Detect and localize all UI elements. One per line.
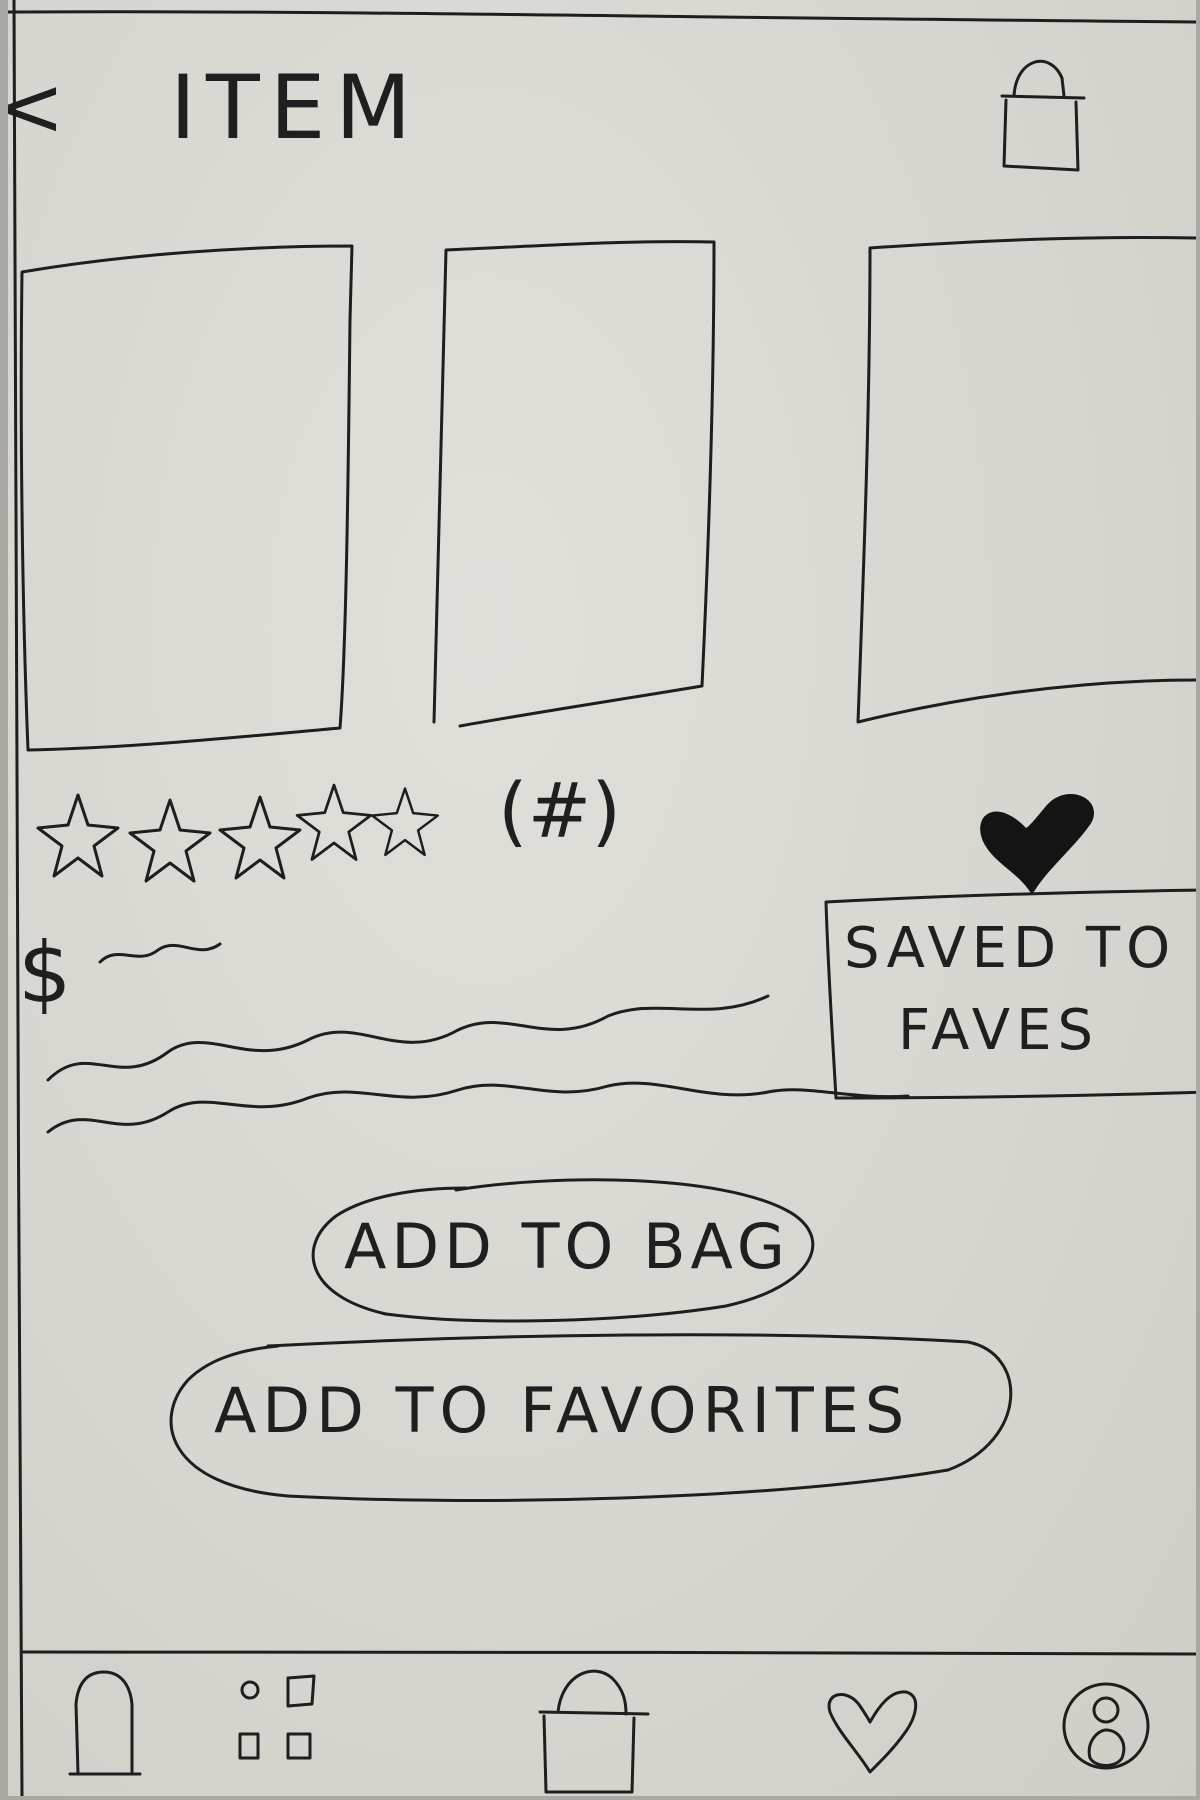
add-to-favorites-label: ADD TO FAVORITES [214, 1374, 911, 1447]
bottom-nav-bag[interactable] [8, 1658, 138, 1794]
star-icon [128, 798, 212, 883]
bottom-nav-divider [20, 1649, 1196, 1656]
bottom-nav-favorites[interactable] [818, 1672, 928, 1782]
saved-toast-line-2: FAVES [898, 998, 1100, 1063]
add-to-bag-label: ADD TO BAG [344, 1210, 790, 1283]
heart-icon [827, 1690, 918, 1774]
product-image-carousel[interactable] [8, 0, 1196, 780]
star-icon [36, 793, 120, 878]
bottom-nav-categories[interactable] [218, 1664, 328, 1784]
rating: (#) [28, 766, 648, 890]
product-image-1 [19, 244, 354, 752]
bottom-nav [8, 1658, 1196, 1796]
saved-to-faves-toast: SAVED TO FAVES [818, 888, 1196, 1108]
bottom-nav-bag[interactable] [528, 1658, 658, 1794]
grid-icon [238, 1674, 316, 1760]
add-to-favorites-button[interactable]: ADD TO FAVORITES [148, 1320, 1038, 1510]
star-icon [370, 787, 440, 857]
add-to-bag-button[interactable]: ADD TO BAG [296, 1166, 824, 1326]
rating-count: (#) [498, 766, 621, 855]
star-icon [218, 795, 302, 880]
price: $ [18, 924, 76, 1022]
product-image-3 [856, 235, 1196, 724]
product-image-2 [432, 240, 716, 728]
bottom-nav-profile[interactable] [1050, 1672, 1160, 1782]
sketch-paper: < ITEM (#) SAVED TO FAVES $ ADD TO BAG A… [8, 0, 1196, 1796]
saved-toast-line-1: SAVED TO [844, 916, 1177, 981]
profile-icon [1062, 1682, 1150, 1770]
rating-stars [36, 783, 440, 883]
star-icon [295, 783, 373, 861]
shopping-bag-icon [538, 1669, 650, 1794]
